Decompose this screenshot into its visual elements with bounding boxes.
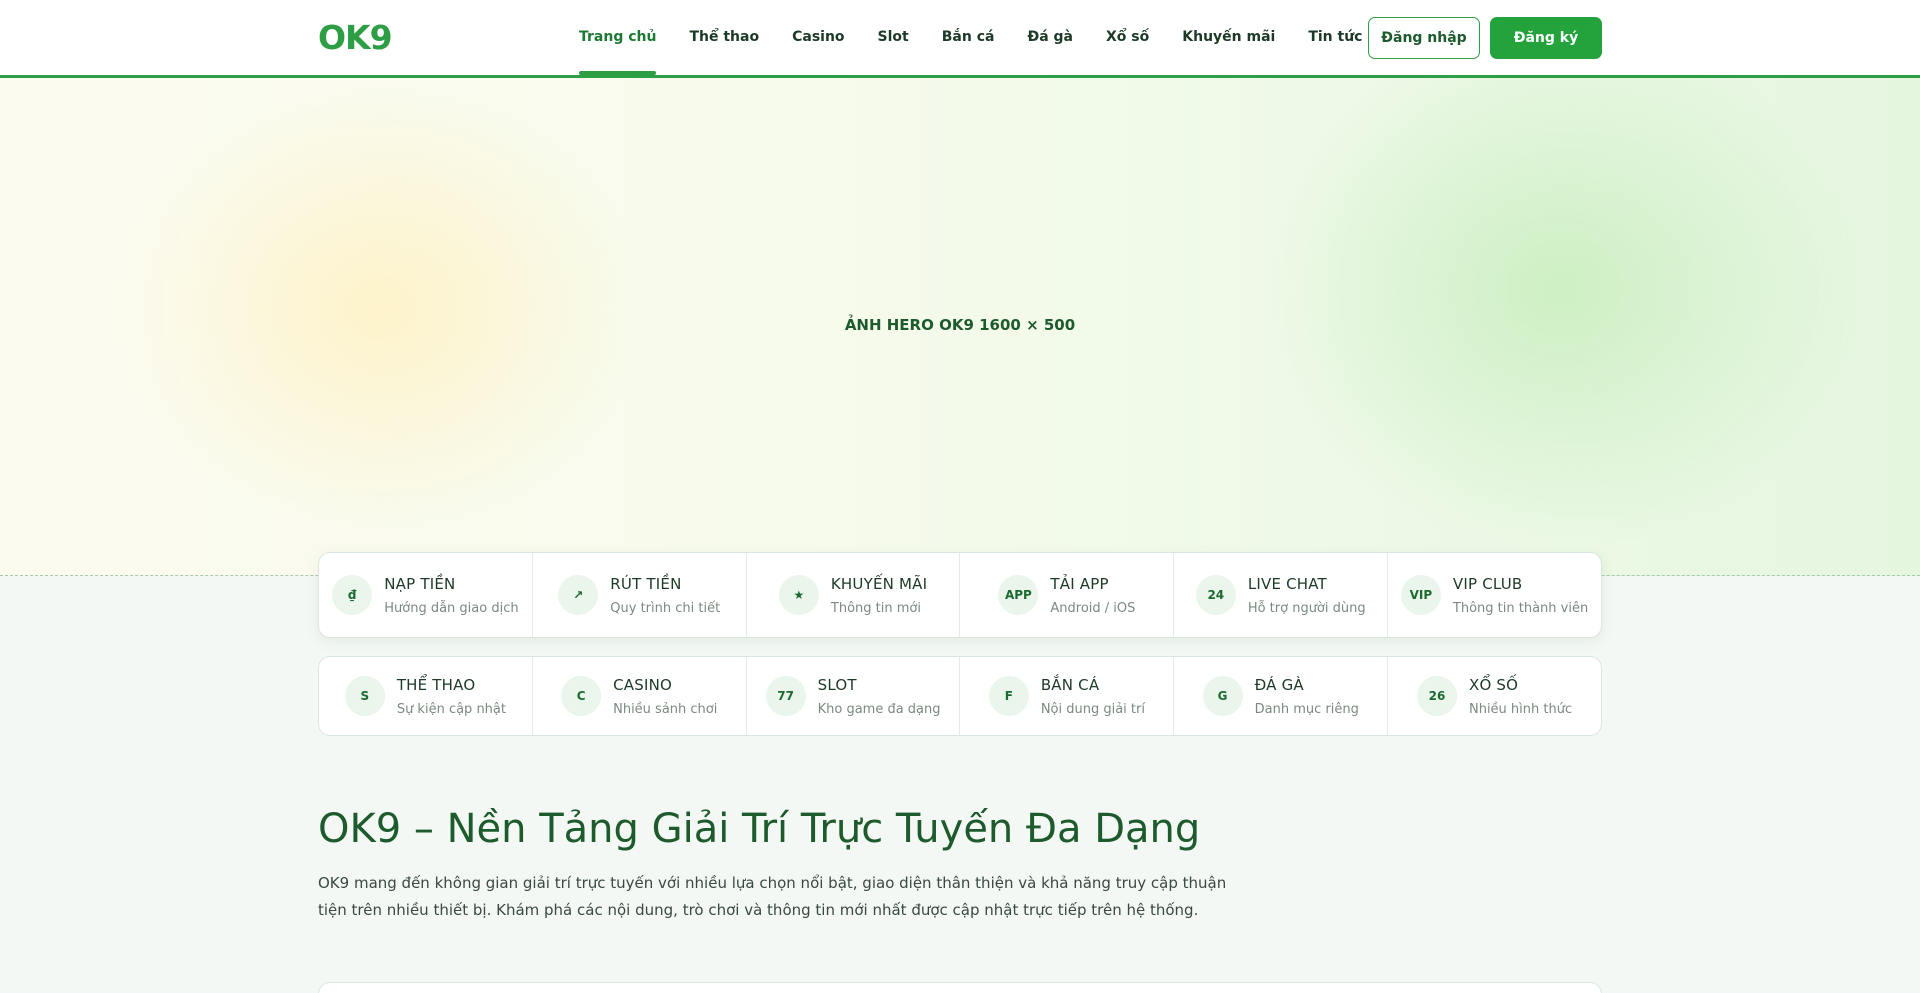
content-card [318,982,1602,993]
category-title: ĐÁ GÀ [1254,675,1304,694]
fishing-icon: F [988,676,1029,716]
quick-link-live-chat[interactable]: 24 LIVE CHAT Hỗ trợ người dùng [1174,553,1389,637]
logo[interactable]: OK9 [318,18,393,57]
hero-placeholder-text: ẢNH HERO OK9 1600 × 500 [844,316,1076,334]
category-title: BẮN CÁ [1040,675,1100,694]
quick-link-deposit[interactable]: ₫ NẠP TIỀN Hướng dẫn giao dịch [319,553,533,637]
deposit-icon: ₫ [332,575,373,615]
category-subtitle: Danh mục riêng [1254,701,1359,717]
slot-icon: 77 [765,676,806,716]
category-subtitle: Nhiều sảnh chơi [613,701,718,717]
sports-icon: S [344,676,385,716]
register-button[interactable]: Đăng ký [1490,17,1602,59]
category-casino[interactable]: C CASINO Nhiều sảnh chơi [533,657,747,735]
hero-banner[interactable]: ẢNH HERO OK9 1600 × 500 [0,78,1920,576]
category-title: SLOT [817,675,857,694]
nav-item-promotions[interactable]: Khuyến mãi [1182,0,1275,75]
star-icon: ★ [778,575,819,615]
quick-link-title: RÚT TIỀN [610,574,682,593]
nav-item-cockfight[interactable]: Đá gà [1027,0,1073,75]
quick-link-promotions[interactable]: ★ KHUYẾN MÃI Thông tin mới [747,553,961,637]
site-header: OK9 Trang chủ Thể thao Casino Slot Bắn c… [0,0,1920,78]
category-fishing[interactable]: F BẮN CÁ Nội dung giải trí [960,657,1175,735]
category-title: THỂ THAO [396,675,476,694]
quick-link-subtitle: Hỗ trợ người dùng [1247,600,1366,616]
support-24-icon: 24 [1195,575,1236,615]
nav-item-slot[interactable]: Slot [878,0,909,75]
quick-link-title: NẠP TIỀN [384,574,456,593]
vip-icon: VIP [1400,575,1441,615]
quick-link-title: TẢI APP [1050,574,1109,593]
cockfight-icon: G [1202,676,1243,716]
nav-item-fishing[interactable]: Bắn cá [942,0,995,75]
quick-link-subtitle: Thông tin mới [830,600,921,616]
page-title: OK9 – Nền Tảng Giải Trí Trực Tuyến Đa Dạ… [318,806,1201,852]
quick-link-subtitle: Thông tin thành viên [1452,600,1589,616]
category-subtitle: Nhiều hình thức [1468,701,1573,717]
lottery-icon: 26 [1416,676,1457,716]
nav-item-news[interactable]: Tin tức [1308,0,1362,75]
category-subtitle: Nội dung giải trí [1040,701,1145,717]
category-title: CASINO [613,675,673,694]
quick-link-title: LIVE CHAT [1247,574,1327,593]
quick-links-bar: ₫ NẠP TIỀN Hướng dẫn giao dịch ↗ RÚT TIỀN… [318,552,1602,638]
quick-link-vip-club[interactable]: VIP VIP CLUB Thông tin thành viên [1388,553,1601,637]
nav-item-lottery[interactable]: Xổ số [1106,0,1149,75]
app-icon: APP [998,575,1039,615]
category-title: XỔ SỐ [1468,675,1519,694]
category-lottery[interactable]: 26 XỔ SỐ Nhiều hình thức [1388,657,1601,735]
nav-item-casino[interactable]: Casino [792,0,844,75]
quick-link-download-app[interactable]: APP TẢI APP Android / iOS [960,553,1175,637]
category-slot[interactable]: 77 SLOT Kho game đa dạng [747,657,961,735]
withdraw-icon: ↗ [558,575,599,615]
login-button[interactable]: Đăng nhập [1368,17,1480,59]
category-sports[interactable]: S THỂ THAO Sự kiện cập nhật [319,657,533,735]
casino-icon: C [561,676,602,716]
category-subtitle: Kho game đa dạng [817,701,941,717]
quick-link-subtitle: Android / iOS [1050,600,1136,616]
quick-link-title: KHUYẾN MÃI [830,574,928,593]
category-subtitle: Sự kiện cập nhật [396,701,506,717]
quick-link-subtitle: Hướng dẫn giao dịch [384,600,519,616]
nav-item-sports[interactable]: Thể thao [689,0,759,75]
nav-item-home[interactable]: Trang chủ [579,0,657,75]
quick-link-title: VIP CLUB [1452,574,1523,593]
quick-link-withdraw[interactable]: ↗ RÚT TIỀN Quy trình chi tiết [533,553,747,637]
intro-paragraph: OK9 mang đến không gian giải trí trực tu… [318,874,1227,919]
main-nav: Trang chủ Thể thao Casino Slot Bắn cá Đá… [579,0,1395,75]
category-bar: S THỂ THAO Sự kiện cập nhật C CASINO Nhiều… [318,656,1602,736]
quick-link-subtitle: Quy trình chi tiết [610,600,721,616]
category-cockfight[interactable]: G ĐÁ GÀ Danh mục riêng [1174,657,1389,735]
